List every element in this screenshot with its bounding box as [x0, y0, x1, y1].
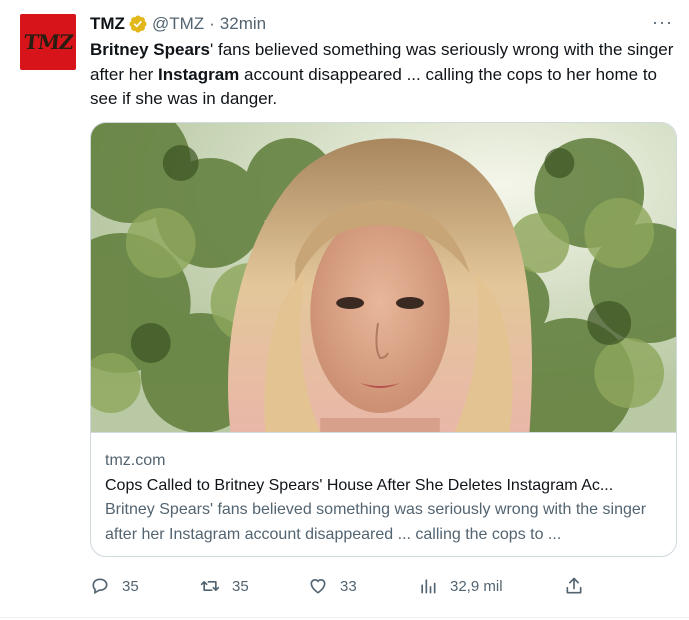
card-description: Britney Spears' fans believed something … — [105, 501, 647, 543]
reply-count: 35 — [122, 577, 139, 595]
like-button[interactable]: 33 — [308, 572, 357, 600]
reply-button[interactable]: 35 — [90, 572, 139, 600]
views-count: 32,9 mil — [450, 577, 503, 595]
action-bar: 35 35 33 32,9 mil — [90, 572, 677, 600]
retweet-count: 35 — [232, 577, 249, 595]
author-handle[interactable]: @TMZ — [152, 14, 204, 34]
avatar[interactable]: TMZ — [20, 14, 76, 70]
share-icon — [566, 577, 582, 594]
card-text: tmz.com Cops Called to Britney Spears' H… — [105, 449, 665, 547]
mention-instagram: Instagram — [158, 64, 240, 84]
like-icon — [310, 579, 326, 594]
avatar-logo: TMZ — [22, 30, 74, 54]
tweet-text: Britney Spears' fans believed something … — [90, 38, 675, 112]
verified-badge-icon — [129, 15, 147, 33]
card-domain: tmz.com — [105, 452, 166, 469]
tweet-header: TMZ @TMZ · 32min — [90, 12, 266, 36]
views-button[interactable]: 32,9 mil — [418, 572, 503, 600]
tweet-divider — [0, 617, 689, 618]
card-image[interactable] — [91, 123, 676, 433]
retweet-icon — [200, 581, 220, 591]
photo-illustration — [91, 123, 676, 432]
views-icon — [421, 579, 436, 594]
more-icon[interactable]: ··· — [652, 12, 673, 33]
like-count: 33 — [340, 577, 357, 595]
mention-britney: Britney Spears — [90, 40, 210, 59]
share-button[interactable] — [564, 572, 596, 600]
link-card[interactable]: tmz.com Cops Called to Britney Spears' H… — [90, 122, 677, 557]
retweet-button[interactable]: 35 — [200, 572, 249, 600]
reply-icon — [92, 578, 108, 595]
tweet-time[interactable]: 32min — [220, 14, 266, 34]
meta-separator: · — [209, 14, 215, 33]
tweet[interactable]: TMZ TMZ @TMZ · 32min ··· Britney Spears'… — [0, 0, 689, 620]
card-title[interactable]: Cops Called to Britney Spears' House Aft… — [105, 474, 665, 499]
author-name[interactable]: TMZ — [90, 14, 125, 34]
